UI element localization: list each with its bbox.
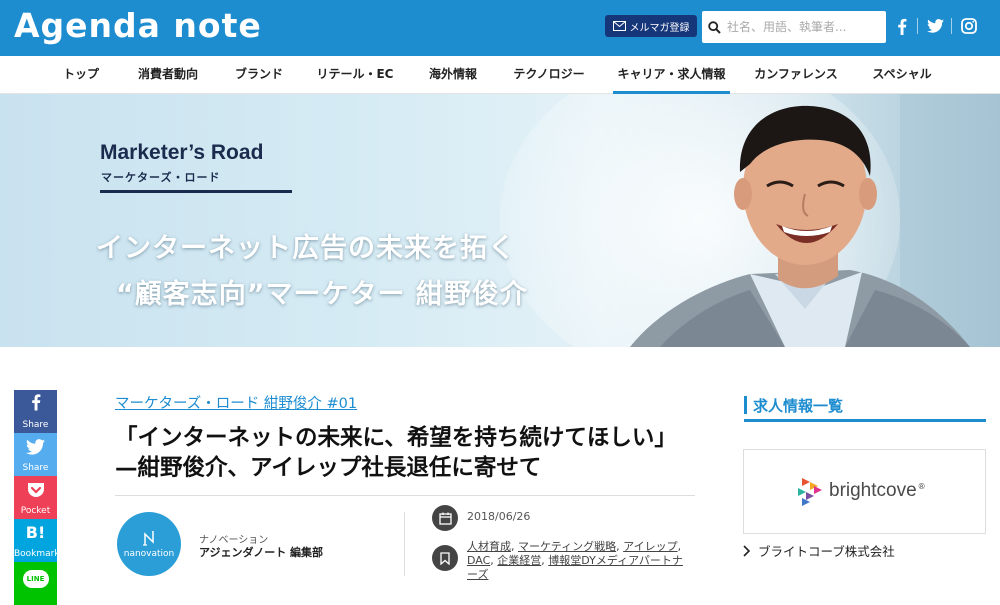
brightcove-logo: brightcove ® — [796, 476, 926, 506]
social-separator — [951, 18, 952, 34]
hero-banner: Marketer’s Road マーケターズ・ロード インターネット広告の未来を… — [0, 94, 1000, 347]
main-nav: トップ 消費者動向 ブランド リテール・EC 海外情報 テクノロジー キャリア・… — [0, 56, 1000, 94]
company-link[interactable]: ブライトコーブ株式会社 — [743, 541, 895, 560]
pocket-share-button[interactable]: Pocket — [14, 476, 57, 519]
sidebar-heading-text: 求人情報一覧 — [753, 397, 844, 415]
nav-item-brand[interactable]: ブランド — [228, 56, 290, 94]
newsletter-button[interactable]: メルマガ登録 — [605, 15, 697, 37]
nav-item-top[interactable]: トップ — [52, 56, 110, 94]
search-icon — [708, 20, 721, 34]
nav-item-career[interactable]: キャリア・求人情報 — [613, 56, 730, 94]
article-divider — [115, 495, 695, 496]
nav-item-overseas[interactable]: 海外情報 — [418, 56, 488, 94]
company-logo-card[interactable]: brightcove ® — [743, 449, 986, 534]
article-tags: 人材育成, マーケティング戦略, アイレップ, DAC, 企業経営, 博報堂DY… — [467, 540, 683, 581]
chevron-right-icon — [743, 544, 750, 557]
calendar-icon — [432, 505, 458, 531]
mail-icon — [612, 21, 626, 31]
social-separator — [917, 18, 918, 34]
newsletter-label: メルマガ登録 — [629, 22, 690, 34]
twitter-icon — [26, 439, 45, 455]
article-title: 「インターネットの未来に、希望を持ち続けてほしい」—紺野俊介、アイレップ社長退任… — [115, 425, 677, 481]
hatena-bookmark-button[interactable]: B! Bookmark — [14, 519, 60, 562]
registered-mark: ® — [917, 481, 926, 491]
author-avatar[interactable]: nanovation — [117, 512, 181, 576]
brightcove-wordmark: brightcove — [829, 480, 917, 501]
tag-link[interactable]: マーケティング戦略 — [518, 540, 616, 553]
company-name-text: ブライトコーブ株式会社 — [758, 544, 895, 559]
portrait-image — [630, 94, 1000, 347]
hatena-icon: B! — [25, 523, 46, 542]
bookmark-tag-icon — [432, 545, 458, 571]
hero-headline-1: インターネット広告の未来を拓く — [96, 233, 516, 264]
instagram-icon[interactable] — [959, 16, 979, 36]
pocket-icon — [27, 483, 44, 497]
author-name[interactable]: アジェンダノート 編集部 — [199, 544, 323, 560]
publish-date: 2018/06/26 — [467, 510, 531, 523]
nav-item-conference[interactable]: カンファレンス — [750, 56, 842, 94]
twitter-share-button[interactable]: Share — [14, 433, 57, 476]
tag-link[interactable]: DAC — [467, 554, 490, 567]
nav-item-special[interactable]: スペシャル — [862, 56, 942, 94]
nav-item-consumer-trends[interactable]: 消費者動向 — [130, 56, 206, 94]
nav-item-technology[interactable]: テクノロジー — [508, 56, 590, 94]
tag-link[interactable]: 企業経営 — [497, 554, 541, 567]
facebook-icon — [31, 394, 40, 411]
site-logo[interactable]: Agenda note — [14, 6, 262, 45]
search-input[interactable] — [727, 20, 877, 34]
facebook-share-button[interactable]: Share — [14, 390, 57, 433]
tag-link[interactable]: 人材育成 — [467, 540, 511, 553]
nav-item-retail-ec[interactable]: リテール・EC — [310, 56, 400, 94]
brightcove-mark-icon — [798, 478, 822, 506]
twitter-icon[interactable] — [925, 16, 945, 36]
meta-divider — [404, 512, 405, 576]
nanovation-logo-icon — [143, 531, 154, 546]
author-logo-text: nanovation — [123, 549, 175, 559]
line-icon: LINE — [22, 570, 49, 588]
series-subtitle: マーケターズ・ロード — [101, 171, 221, 184]
site-header: Agenda note メルマガ登録 — [0, 0, 1000, 56]
series-underline — [100, 190, 292, 193]
facebook-icon[interactable] — [892, 16, 912, 36]
series-title: Marketer’s Road — [100, 141, 264, 164]
hero-headline-2: “顧客志向”マーケター 紺野俊介 — [116, 279, 528, 310]
sidebar-heading: 求人情報一覧 — [744, 388, 986, 422]
article-category-link[interactable]: マーケターズ・ロード 紺野俊介 #01 — [115, 392, 357, 413]
search-box[interactable] — [702, 11, 886, 43]
tag-link[interactable]: アイレップ — [623, 540, 677, 553]
